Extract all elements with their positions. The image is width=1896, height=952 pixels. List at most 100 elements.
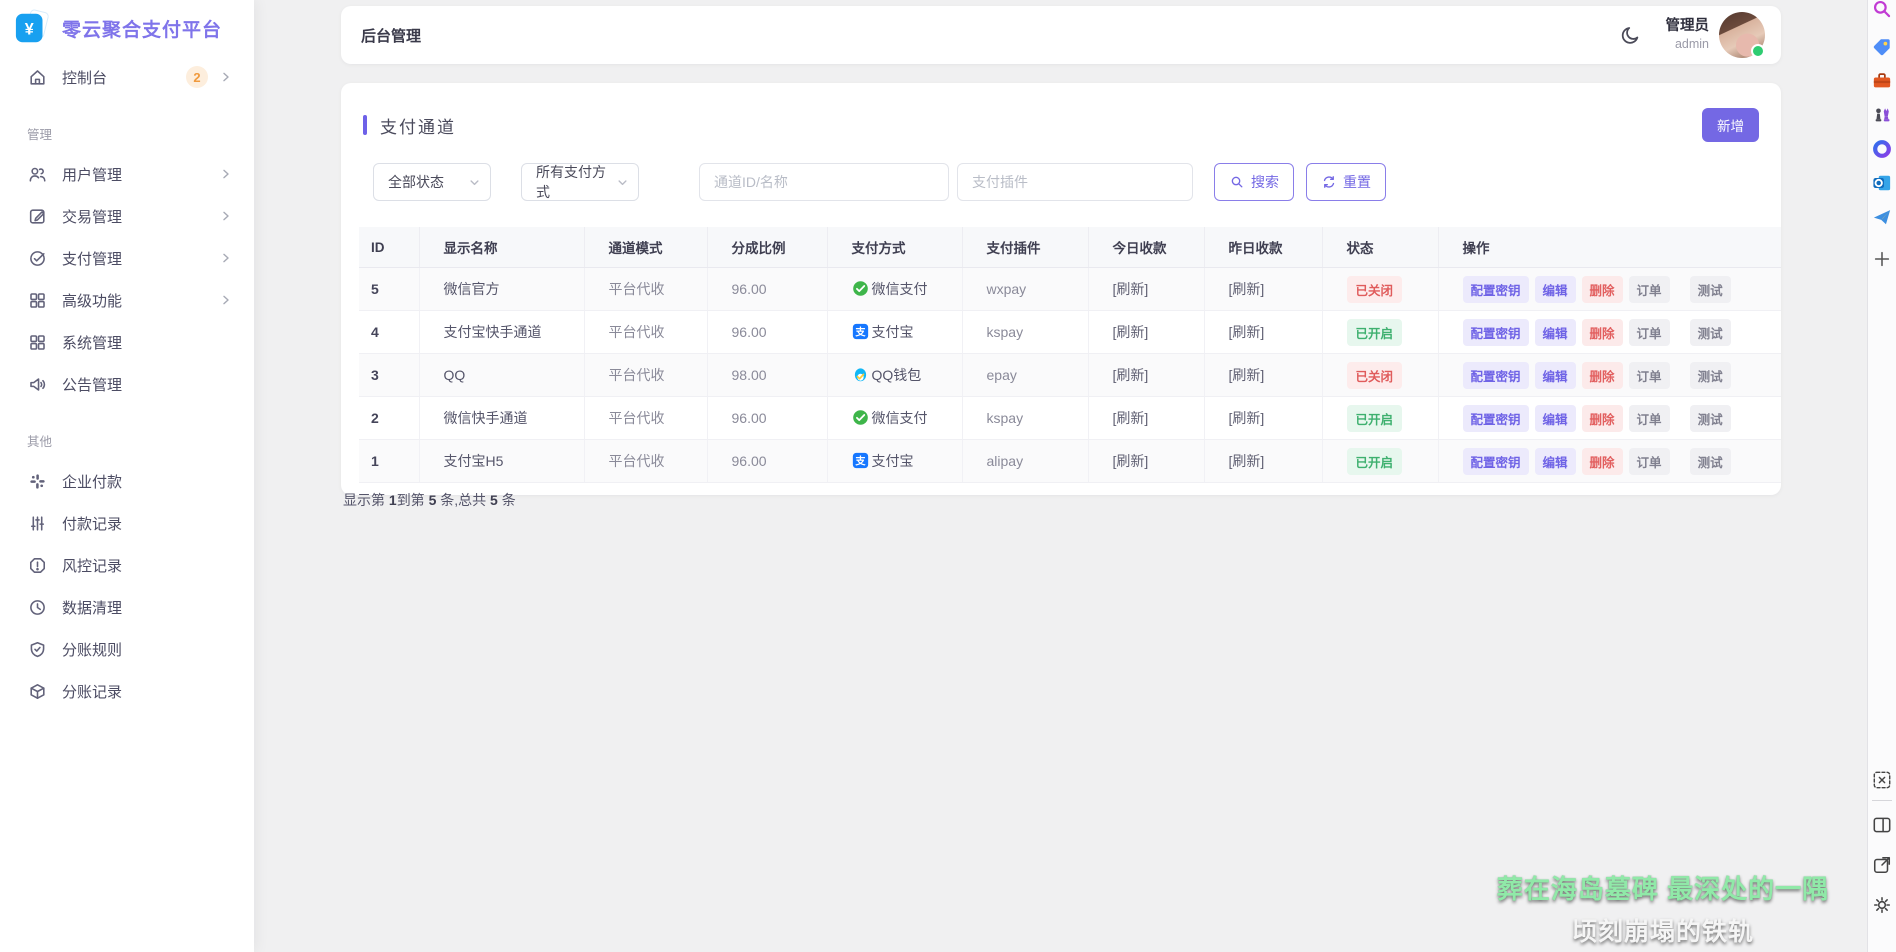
edit-icon (27, 206, 48, 227)
action-configure-key-button[interactable]: 配置密钥 (1463, 448, 1529, 475)
action-delete-button[interactable]: 删除 (1582, 448, 1623, 475)
action-delete-button[interactable]: 删除 (1582, 276, 1623, 303)
refresh-yesterday-link[interactable]: [刷新] (1229, 281, 1265, 297)
refresh-yesterday-link[interactable]: [刷新] (1229, 367, 1265, 383)
telegram-icon[interactable] (1871, 206, 1893, 228)
sidebar-item-enterprise-pay[interactable]: 企业付款 (0, 460, 254, 502)
action-edit-button[interactable]: 编辑 (1535, 362, 1576, 389)
action-orders-button[interactable]: 订单 (1629, 319, 1670, 346)
action-orders-button[interactable]: 订单 (1629, 362, 1670, 389)
cell-plugin: kspay (962, 311, 1088, 354)
sidebar-item-transactions[interactable]: 交易管理 (0, 195, 254, 237)
column-header: ID (359, 227, 419, 268)
refresh-today-link[interactable]: [刷新] (1113, 324, 1149, 340)
sidebar-item-label: 分账记录 (62, 681, 122, 702)
user-menu[interactable]: 管理员 admin (1666, 17, 1710, 52)
grid-icon (27, 332, 48, 353)
method-select-value: 所有支付方式 (536, 162, 615, 202)
method-select[interactable]: 所有支付方式 (521, 163, 639, 201)
sidebar-item-split-records[interactable]: 分账记录 (0, 670, 254, 712)
outlook-icon[interactable] (1871, 172, 1893, 194)
cell-split-ratio: 96.00 (707, 311, 827, 354)
refresh-yesterday-link[interactable]: [刷新] (1229, 453, 1265, 469)
action-edit-button[interactable]: 编辑 (1535, 448, 1576, 475)
action-configure-key-button[interactable]: 配置密钥 (1463, 276, 1529, 303)
sidebar-item-console[interactable]: 控制台2 (0, 56, 254, 98)
sidebar-item-label: 用户管理 (62, 164, 122, 185)
settings-icon[interactable] (1871, 894, 1893, 916)
sidebar-item-pay-records[interactable]: 付款记录 (0, 502, 254, 544)
grid-icon (27, 290, 48, 311)
sidebar-item-payments[interactable]: 支付管理 (0, 237, 254, 279)
cell-display-name: 微信快手通道 (419, 397, 584, 440)
action-test-button[interactable]: 测试 (1690, 448, 1731, 475)
sidebar-item-users[interactable]: 用户管理 (0, 153, 254, 195)
cell-today-income: [刷新] (1088, 311, 1204, 354)
wechat-pay-icon (852, 280, 869, 297)
action-edit-button[interactable]: 编辑 (1535, 319, 1576, 346)
add-button[interactable]: 新增 (1702, 108, 1759, 142)
clock-icon (27, 597, 48, 618)
tag-icon[interactable] (1871, 36, 1893, 58)
sidebar-section-label: 管理 (0, 98, 254, 153)
reset-button[interactable]: 重置 (1306, 163, 1386, 201)
action-test-button[interactable]: 测试 (1690, 276, 1731, 303)
dark-mode-moon-icon[interactable] (1620, 24, 1642, 46)
sidebar-item-system[interactable]: 系统管理 (0, 321, 254, 363)
cell-status: 已关闭 (1322, 268, 1438, 311)
avatar[interactable] (1719, 12, 1765, 58)
refresh-yesterday-link[interactable]: [刷新] (1229, 410, 1265, 426)
action-configure-key-button[interactable]: 配置密钥 (1463, 362, 1529, 389)
channel-id-input[interactable] (699, 163, 949, 201)
refresh-today-link[interactable]: [刷新] (1113, 281, 1149, 297)
action-delete-button[interactable]: 删除 (1582, 405, 1623, 432)
cell-yesterday-income: [刷新] (1204, 354, 1322, 397)
plugin-input[interactable] (957, 163, 1193, 201)
action-delete-button[interactable]: 删除 (1582, 319, 1623, 346)
svg-text:¥: ¥ (25, 21, 34, 39)
action-edit-button[interactable]: 编辑 (1535, 405, 1576, 432)
action-orders-button[interactable]: 订单 (1629, 448, 1670, 475)
refresh-today-link[interactable]: [刷新] (1113, 367, 1149, 383)
action-configure-key-button[interactable]: 配置密钥 (1463, 319, 1529, 346)
table-row: 3QQ平台代收98.00QQ钱包epay[刷新][刷新]已关闭配置密钥编辑删除订… (359, 354, 1781, 397)
refresh-today-link[interactable]: [刷新] (1113, 453, 1149, 469)
action-test-button[interactable]: 测试 (1690, 405, 1731, 432)
user-role: admin (1666, 36, 1710, 52)
chess-icon[interactable] (1871, 104, 1893, 126)
action-test-button[interactable]: 测试 (1690, 362, 1731, 389)
cell-status: 已开启 (1322, 311, 1438, 354)
cell-channel-mode: 平台代收 (584, 268, 707, 311)
sidebar-item-label: 风控记录 (62, 555, 122, 576)
sidebar-item-risk-records[interactable]: 风控记录 (0, 544, 254, 586)
split-view-icon[interactable] (1871, 814, 1893, 836)
sidebar-item-split-rules[interactable]: 分账规则 (0, 628, 254, 670)
open-external-icon[interactable] (1871, 854, 1893, 876)
action-edit-button[interactable]: 编辑 (1535, 276, 1576, 303)
toolbox-icon[interactable] (1871, 70, 1893, 92)
refresh-yesterday-link[interactable]: [刷新] (1229, 324, 1265, 340)
svg-text:支: 支 (854, 454, 866, 467)
chevron-right-icon (218, 292, 234, 308)
search-icon[interactable] (1871, 0, 1893, 20)
sidebar-item-advanced[interactable]: 高级功能 (0, 279, 254, 321)
screenshot-icon[interactable] (1871, 769, 1893, 791)
action-test-button[interactable]: 测试 (1690, 319, 1731, 346)
m365-icon[interactable] (1871, 138, 1893, 160)
title-accent-bar (363, 115, 367, 135)
refresh-today-link[interactable]: [刷新] (1113, 410, 1149, 426)
sidebar-item-data-clean[interactable]: 数据清理 (0, 586, 254, 628)
table-summary: 显示第 1到第 5 条,总共 5 条 (343, 490, 1781, 510)
column-header: 操作 (1438, 227, 1781, 268)
action-orders-button[interactable]: 订单 (1629, 276, 1670, 303)
status-select[interactable]: 全部状态 (373, 163, 491, 201)
table-header-row: ID显示名称通道模式分成比例支付方式支付插件今日收款昨日收款状态操作 (359, 227, 1781, 268)
sidebar-item-announcements[interactable]: 公告管理 (0, 363, 254, 405)
search-button[interactable]: 搜索 (1214, 163, 1294, 201)
app-root: ¥ 零云聚合支付平台 控制台2管理用户管理交易管理支付管理高级功能系统管理公告管… (0, 0, 1896, 952)
status-badge: 已开启 (1347, 319, 1403, 346)
action-configure-key-button[interactable]: 配置密钥 (1463, 405, 1529, 432)
action-delete-button[interactable]: 删除 (1582, 362, 1623, 389)
add-icon[interactable] (1871, 248, 1893, 270)
action-orders-button[interactable]: 订单 (1629, 405, 1670, 432)
